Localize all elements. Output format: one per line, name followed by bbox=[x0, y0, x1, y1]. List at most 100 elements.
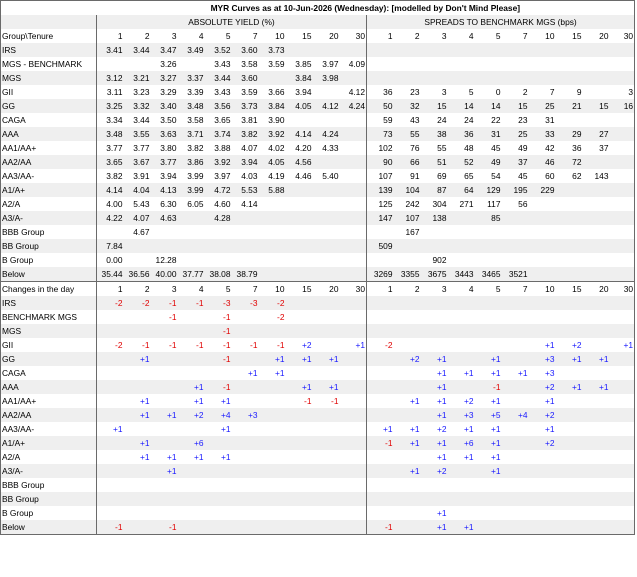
yield-change-cell: +1 bbox=[339, 338, 367, 352]
spread-cell: 104 bbox=[393, 183, 421, 197]
yield-row: A1/A+ 4.14 4.04 4.13 3.99 4.72 5.53 5.88 139 104 8… bbox=[0, 183, 636, 197]
spread-change-cell bbox=[366, 506, 394, 520]
yield-change-cell: -1 bbox=[258, 338, 286, 352]
yield-change-cell bbox=[150, 492, 178, 506]
yield-change-cell bbox=[123, 506, 151, 520]
spread-cell bbox=[366, 253, 394, 267]
group-label: AA3/AA- bbox=[0, 422, 97, 436]
group-label: BBB Group bbox=[0, 225, 97, 239]
spread-tenure-30: 30 bbox=[609, 29, 636, 43]
spread-cell: 69 bbox=[420, 169, 448, 183]
yield-cell: 4.14 bbox=[96, 183, 124, 197]
spread-cell bbox=[528, 197, 556, 211]
spread-cell bbox=[609, 127, 636, 141]
yield-cell bbox=[123, 253, 151, 267]
yield-cell: 38.79 bbox=[231, 267, 259, 282]
spread-change-cell bbox=[393, 506, 421, 520]
yield-cell bbox=[339, 183, 367, 197]
spread-change-cell bbox=[582, 296, 610, 310]
spread-change-cell bbox=[474, 338, 502, 352]
yield-change-cell bbox=[339, 464, 367, 478]
spread-cell: 72 bbox=[555, 155, 583, 169]
spread-cell: 25 bbox=[528, 99, 556, 113]
yield-change-cell: -2 bbox=[258, 296, 286, 310]
spread-cell bbox=[555, 225, 583, 239]
change-row: AA3/AA- +1 +1 +1 +1 +2 +1 +1 +1 bbox=[0, 422, 636, 436]
yield-cell: 3.27 bbox=[150, 71, 178, 85]
group-label: A1/A+ bbox=[0, 436, 97, 450]
spread-change-cell bbox=[447, 338, 475, 352]
yield-change-cell bbox=[339, 492, 367, 506]
spread-change-cell: +1 bbox=[474, 464, 502, 478]
spread-change-cell bbox=[528, 464, 556, 478]
spread-cell bbox=[420, 239, 448, 253]
yield-change-cell bbox=[123, 464, 151, 478]
yield-change-cell: +1 bbox=[204, 422, 232, 436]
yield-change-cell bbox=[204, 478, 232, 492]
spread-cell: 15 bbox=[420, 99, 448, 113]
spread-change-cell bbox=[501, 450, 529, 464]
spread-change-cell bbox=[447, 380, 475, 394]
yield-cell: 3.71 bbox=[177, 127, 205, 141]
yield-cell: 3.47 bbox=[150, 43, 178, 57]
spread-cell bbox=[501, 43, 529, 57]
group-label: Below bbox=[0, 520, 97, 535]
spread-cell: 14 bbox=[447, 99, 475, 113]
yield-change-cell: +1 bbox=[285, 380, 313, 394]
yield-cell: 4.63 bbox=[150, 211, 178, 225]
spread-cell bbox=[609, 183, 636, 197]
spread-tenure-10: 10 bbox=[528, 281, 556, 296]
yield-cell bbox=[339, 169, 367, 183]
spread-cell: 3 bbox=[609, 85, 636, 99]
yield-change-cell bbox=[150, 352, 178, 366]
spread-change-cell: +4 bbox=[501, 408, 529, 422]
yield-change-cell bbox=[204, 506, 232, 520]
yield-cell: 3.99 bbox=[177, 183, 205, 197]
yield-cell: 40.00 bbox=[150, 267, 178, 282]
yield-cell: 4.33 bbox=[312, 141, 340, 155]
spread-change-cell bbox=[609, 352, 636, 366]
spread-change-cell bbox=[366, 492, 394, 506]
yield-change-cell bbox=[339, 478, 367, 492]
spread-cell: 102 bbox=[366, 141, 394, 155]
change-row: AA1/AA+ +1 +1 +1 -1 -1 +1 +1 +2 +1 +1 bbox=[0, 394, 636, 408]
spread-tenure-1: 1 bbox=[366, 281, 394, 296]
tenure-15: 15 bbox=[285, 29, 313, 43]
spread-change-cell: +1 bbox=[420, 408, 448, 422]
spread-change-cell: +1 bbox=[555, 352, 583, 366]
group-label: BB Group bbox=[0, 492, 97, 506]
yield-cell: 3.21 bbox=[123, 71, 151, 85]
spread-change-cell: +1 bbox=[447, 450, 475, 464]
spread-change-cell: +2 bbox=[393, 352, 421, 366]
spread-change-cell bbox=[555, 408, 583, 422]
yield-change-cell bbox=[312, 436, 340, 450]
spread-cell: 37 bbox=[501, 155, 529, 169]
yield-row: B Group 0.00 12.28 902 bbox=[0, 253, 636, 267]
yield-cell bbox=[177, 239, 205, 253]
spread-cell bbox=[609, 211, 636, 225]
spread-cell: 3675 bbox=[420, 267, 448, 282]
group-tenure-header: Group\Tenure bbox=[0, 29, 97, 43]
spread-cell: 902 bbox=[420, 253, 448, 267]
yield-cell: 3.37 bbox=[177, 71, 205, 85]
spread-cell: 3 bbox=[420, 85, 448, 99]
spread-change-cell bbox=[393, 520, 421, 535]
yield-cell: 3.90 bbox=[258, 113, 286, 127]
spread-change-cell: +1 bbox=[528, 422, 556, 436]
spread-tenure-2: 2 bbox=[393, 281, 421, 296]
yield-change-cell: +1 bbox=[312, 380, 340, 394]
spread-change-cell bbox=[501, 436, 529, 450]
spread-change-cell: +1 bbox=[474, 450, 502, 464]
yield-cell bbox=[312, 211, 340, 225]
spread-change-cell bbox=[501, 338, 529, 352]
yield-cell: 3.84 bbox=[258, 99, 286, 113]
spread-cell: 0 bbox=[474, 85, 502, 99]
group-label: IRS bbox=[0, 43, 97, 57]
yield-cell bbox=[204, 239, 232, 253]
tenure-30: 30 bbox=[339, 281, 367, 296]
spread-change-cell: +1 bbox=[501, 366, 529, 380]
tenure-3: 3 bbox=[150, 29, 178, 43]
spread-change-cell bbox=[528, 324, 556, 338]
spread-cell: 33 bbox=[528, 127, 556, 141]
yield-change-cell bbox=[339, 394, 367, 408]
